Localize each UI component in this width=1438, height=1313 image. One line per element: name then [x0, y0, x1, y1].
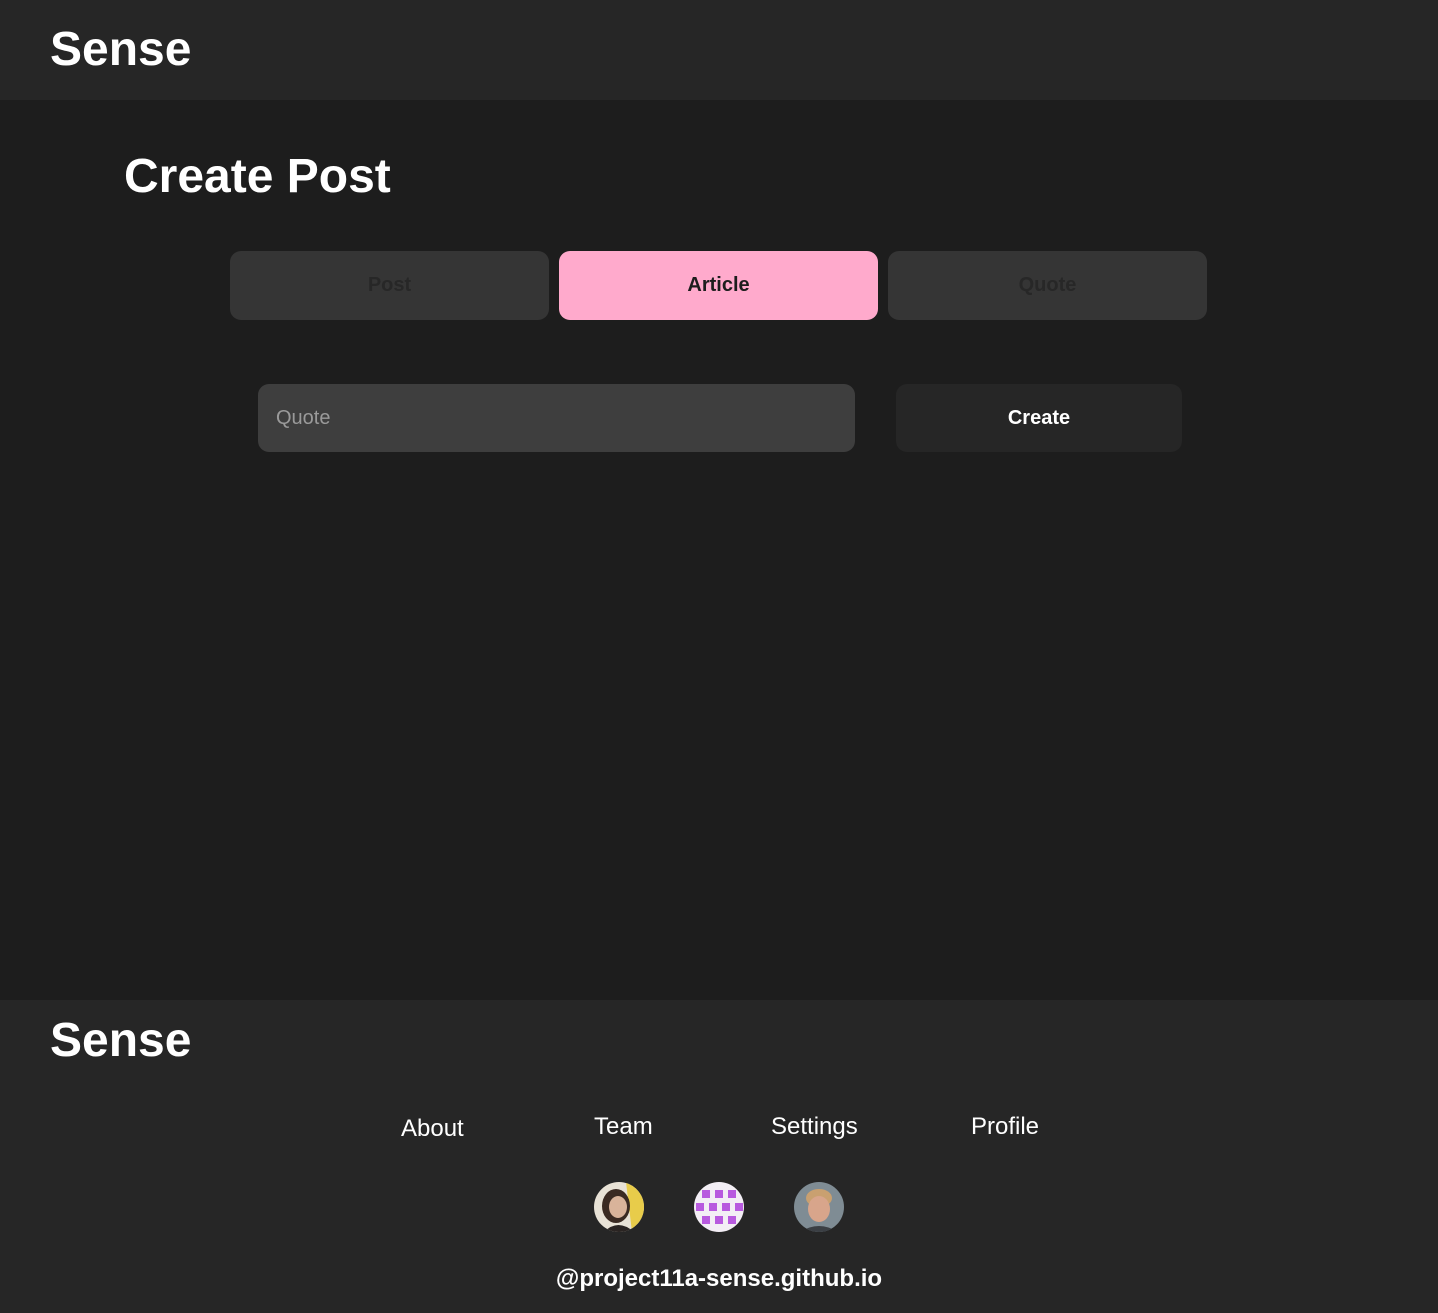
tab-article[interactable]: Article	[559, 251, 878, 320]
footer-link-team[interactable]: Team	[594, 1115, 653, 1139]
brand-logo[interactable]: Sense	[50, 26, 191, 74]
top-bar: Sense	[0, 0, 1438, 100]
page-title: Create Post	[124, 150, 391, 203]
tab-quote-label: Quote	[1018, 274, 1077, 296]
footer-link-settings[interactable]: Settings	[771, 1115, 858, 1139]
avatar-pattern-icon	[694, 1182, 744, 1232]
avatar-photo-icon	[794, 1182, 844, 1232]
tab-article-label: Article	[687, 274, 750, 296]
footer: Sense About Team Settings Profile @proje…	[0, 1000, 1438, 1313]
footer-link-about[interactable]: About	[401, 1117, 464, 1141]
team-avatar-3[interactable]	[794, 1182, 844, 1232]
create-button[interactable]: Create	[896, 384, 1182, 452]
footer-link-profile[interactable]: Profile	[971, 1115, 1039, 1139]
footer-brand-logo[interactable]: Sense	[50, 1017, 191, 1065]
tab-quote[interactable]: Quote	[888, 251, 1207, 320]
tab-post[interactable]: Post	[230, 251, 549, 320]
team-avatar-2[interactable]	[694, 1182, 744, 1232]
create-button-label: Create	[1007, 406, 1071, 429]
tab-post-label: Post	[367, 274, 412, 296]
site-handle[interactable]: @project11a-sense.github.io	[0, 1267, 1438, 1291]
quote-input[interactable]	[258, 384, 855, 452]
avatar-photo-icon	[594, 1182, 644, 1232]
team-avatar-1[interactable]	[594, 1182, 644, 1232]
